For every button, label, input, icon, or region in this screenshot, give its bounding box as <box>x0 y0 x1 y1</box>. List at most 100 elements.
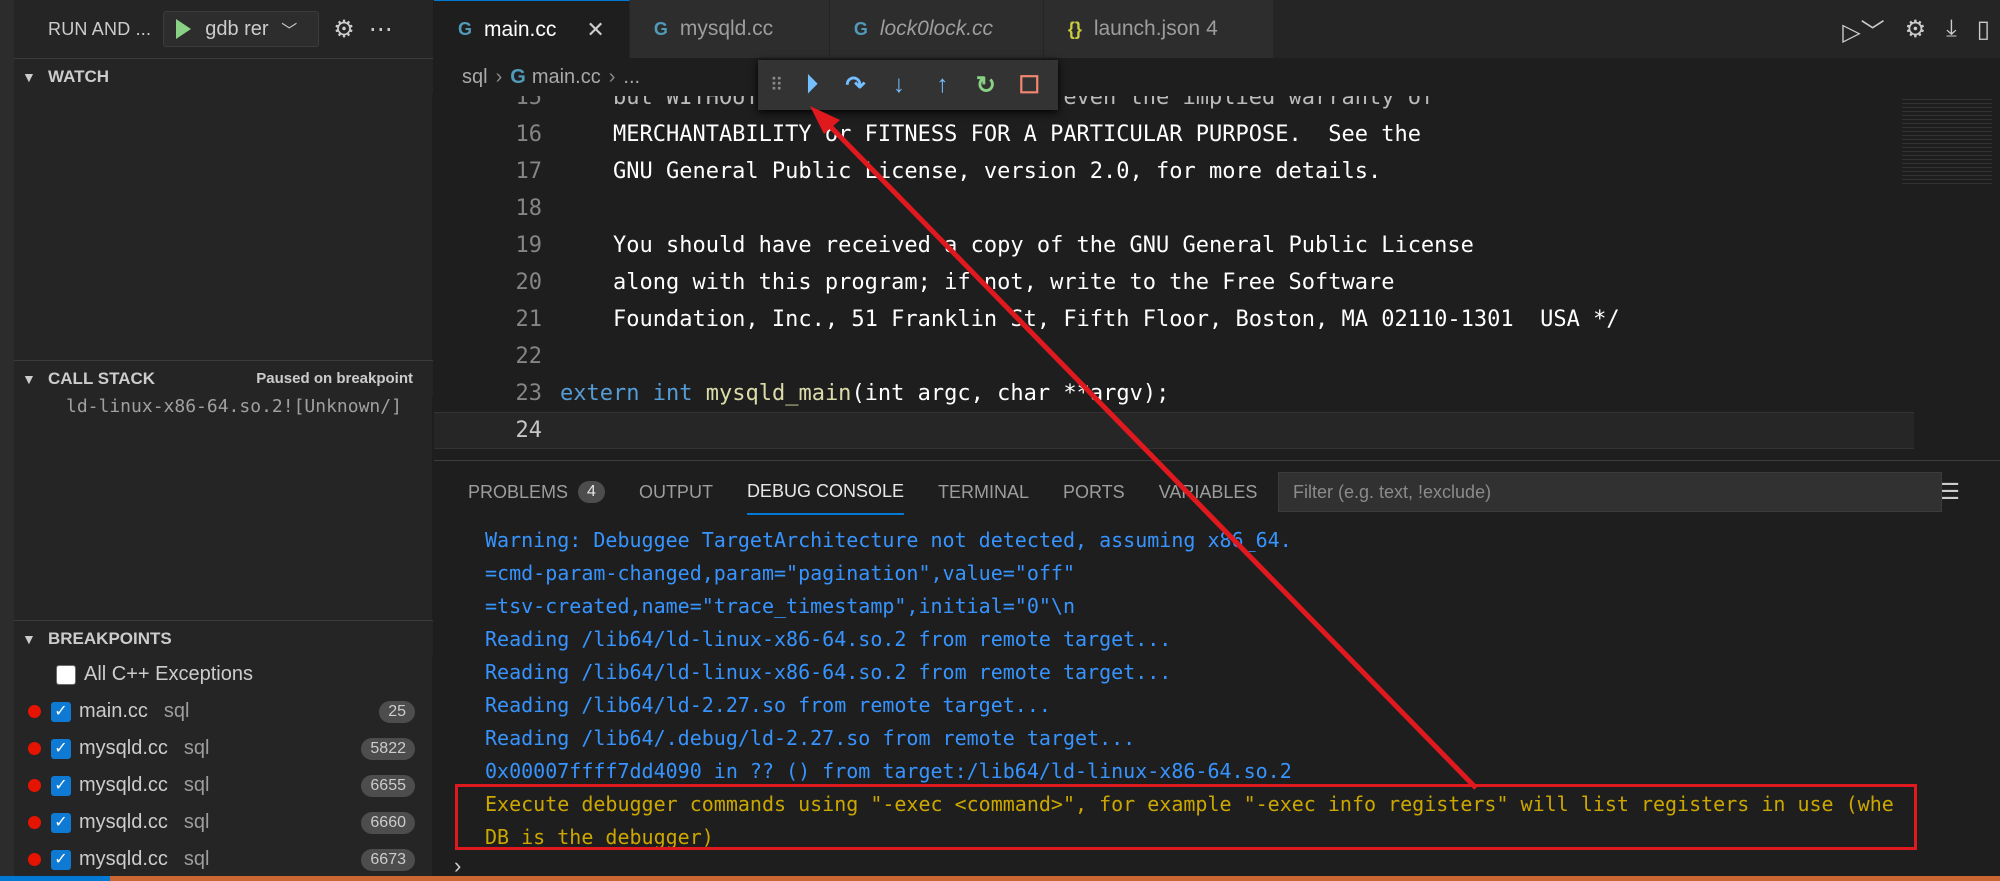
code-editor[interactable]: 15 but WITHOUT ANY WARRANTY; without eve… <box>434 96 2000 460</box>
restart-icon[interactable]: ↻ <box>971 71 1000 100</box>
stop-icon[interactable]: ☐ <box>1015 71 1044 100</box>
tab-mysqld-cc[interactable]: G mysqld.cc <box>629 0 830 58</box>
breakpoint-line-badge: 5822 <box>361 737 415 760</box>
minimap[interactable] <box>1902 96 1992 186</box>
breakpoint-dot-icon <box>28 779 41 792</box>
breakpoint-dot-icon <box>28 853 41 866</box>
tab-terminal[interactable]: TERMINAL <box>938 461 1029 523</box>
breakpoint-file: mysqld.cc <box>79 811 168 833</box>
breakpoint-file: main.cc <box>79 700 148 722</box>
code-line: 15 but WITHOUT ANY WARRANTY; without eve… <box>515 96 1435 110</box>
code-line: 17 GNU General Public License, version 2… <box>515 159 1382 184</box>
breakpoint-checkbox[interactable]: ✓ <box>51 701 71 722</box>
chevron-down-icon[interactable]: ▼ <box>22 631 40 647</box>
call-stack-section-header[interactable]: ▼ CALL STACK Paused on breakpoint <box>14 360 433 396</box>
chevron-down-icon[interactable]: ﹀ <box>281 17 297 41</box>
code-line: 19 You should have received a copy of th… <box>515 233 1474 258</box>
chevron-right-icon: › <box>608 65 616 88</box>
breakpoint-folder: sql <box>183 848 210 870</box>
status-bar <box>110 876 2000 881</box>
code-line: 22 <box>515 344 543 369</box>
breadcrumb-more[interactable]: ... <box>623 66 640 89</box>
panel-menu-icon[interactable]: ☰ <box>1940 479 1960 505</box>
exception-label: All C++ Exceptions <box>84 663 253 685</box>
tab-lock0lock-cc[interactable]: G lock0lock.cc <box>829 0 1044 58</box>
watch-section-header[interactable]: ▼ WATCH <box>14 58 433 94</box>
breakpoint-dot-icon <box>28 816 41 829</box>
breadcrumb: sql › G main.cc › ... <box>434 58 2000 96</box>
breadcrumb-file[interactable]: main.cc <box>532 66 601 89</box>
run-config-select[interactable]: gdb rer ﹀ <box>163 11 320 47</box>
step-into-icon[interactable]: ↓ <box>884 71 913 99</box>
split-editor-icon[interactable]: ▯ <box>1977 15 1990 44</box>
breakpoints-section-header[interactable]: ▼ BREAKPOINTS <box>14 620 433 656</box>
breadcrumb-folder[interactable]: sql <box>462 66 488 89</box>
breakpoint-dot-icon <box>28 742 41 755</box>
gear-icon[interactable]: ⚙ <box>333 15 355 44</box>
chevron-down-icon[interactable]: ▼ <box>22 69 40 85</box>
breakpoint-row[interactable]: ✓ mysqld.cc sql 5822 <box>14 730 433 767</box>
console-filter-input[interactable]: Filter (e.g. text, !exclude) <box>1278 472 1942 512</box>
exception-checkbox[interactable] <box>56 664 76 685</box>
call-stack-frame[interactable]: ld-linux-x86-64.so.2![Unknown/] <box>66 396 433 417</box>
breakpoint-dot-icon <box>28 705 41 718</box>
tab-debug-console[interactable]: DEBUG CONSOLE <box>746 469 904 515</box>
breakpoint-checkbox[interactable]: ✓ <box>51 812 71 833</box>
breakpoint-checkbox[interactable]: ✓ <box>51 849 71 870</box>
status-bar-remote[interactable] <box>0 876 110 881</box>
watch-label: WATCH <box>48 66 110 86</box>
breakpoint-folder: sql <box>183 811 210 833</box>
breakpoint-row[interactable]: ✓ mysqld.cc sql 6660 <box>14 804 433 841</box>
step-over-icon[interactable]: ↷ <box>841 71 870 100</box>
breakpoint-row[interactable]: ✓ mysqld.cc sql 6673 <box>14 841 433 878</box>
gear-icon[interactable]: ⚙ <box>1905 15 1927 44</box>
paused-status: Paused on breakpoint <box>256 370 413 387</box>
breakpoint-line-badge: 25 <box>379 700 415 723</box>
tab-problems[interactable]: PROBLEMS 4 <box>468 461 605 523</box>
problem-count: 4 <box>1206 17 1218 40</box>
continue-icon[interactable]: ⏵ <box>797 71 826 99</box>
problems-badge: 4 <box>578 481 605 503</box>
cpp-file-icon: G <box>510 65 526 88</box>
save-all-icon[interactable]: ⤓ <box>1946 15 1957 43</box>
console-line: 0x00007ffff7dd4090 in ?? () from target:… <box>485 758 1292 783</box>
code-line: 18 <box>515 196 543 221</box>
tab-ports[interactable]: PORTS <box>1063 461 1125 523</box>
call-stack-label: CALL STACK <box>48 368 156 388</box>
run-config-label: gdb rer <box>205 17 269 40</box>
console-line: =cmd-param-changed,param="pagination",va… <box>485 560 1076 585</box>
breakpoint-line-badge: 6660 <box>361 811 415 834</box>
drag-handle-icon[interactable]: ⠿ <box>770 75 783 96</box>
breakpoint-checkbox[interactable]: ✓ <box>51 775 71 796</box>
breakpoint-file: mysqld.cc <box>79 848 168 870</box>
cpp-file-icon: G <box>458 19 473 39</box>
breakpoint-row[interactable]: ✓ mysqld.cc sql 6655 <box>14 767 433 804</box>
exception-breakpoint-row[interactable]: All C++ Exceptions <box>14 656 433 693</box>
breakpoint-line-badge: 6655 <box>361 774 415 797</box>
console-line: Warning: Debuggee TargetArchitecture not… <box>485 527 1292 552</box>
tab-main-cc[interactable]: G main.cc ✕ <box>434 0 630 58</box>
tab-launch-json[interactable]: {} launch.json 4 <box>1043 0 1274 58</box>
breakpoint-folder: sql <box>183 774 210 796</box>
run-debug-icon[interactable]: ▷﹀ <box>1842 12 1884 47</box>
tab-label: mysqld.cc <box>679 17 774 40</box>
sidebar-title: RUN AND ... <box>48 18 152 39</box>
tab-variables[interactable]: VARIABLES <box>1159 461 1258 523</box>
more-actions-icon[interactable]: ⋯ <box>369 15 393 44</box>
breakpoint-folder: sql <box>163 700 190 722</box>
step-out-icon[interactable]: ↑ <box>928 71 957 99</box>
tab-output[interactable]: OUTPUT <box>639 461 713 523</box>
console-line: Reading /lib64/ld-linux-x86-64.so.2 from… <box>485 626 1172 651</box>
cpp-file-icon: G <box>653 18 668 39</box>
console-line: Reading /lib64/ld-2.27.so from remote ta… <box>485 692 1051 717</box>
start-debugging-icon[interactable] <box>176 19 192 39</box>
json-file-icon: {} <box>1067 18 1082 39</box>
breakpoint-row[interactable]: ✓ main.cc sql 25 <box>14 693 433 730</box>
tab-label: launch.json <box>1093 17 1201 40</box>
console-line: Reading /lib64/.debug/ld-2.27.so from re… <box>485 725 1136 750</box>
tab-label: lock0lock.cc <box>879 17 994 40</box>
breakpoint-checkbox[interactable]: ✓ <box>51 738 71 759</box>
chevron-right-icon: › <box>495 65 503 88</box>
chevron-down-icon[interactable]: ▼ <box>22 371 40 387</box>
close-icon[interactable]: ✕ <box>586 17 604 43</box>
